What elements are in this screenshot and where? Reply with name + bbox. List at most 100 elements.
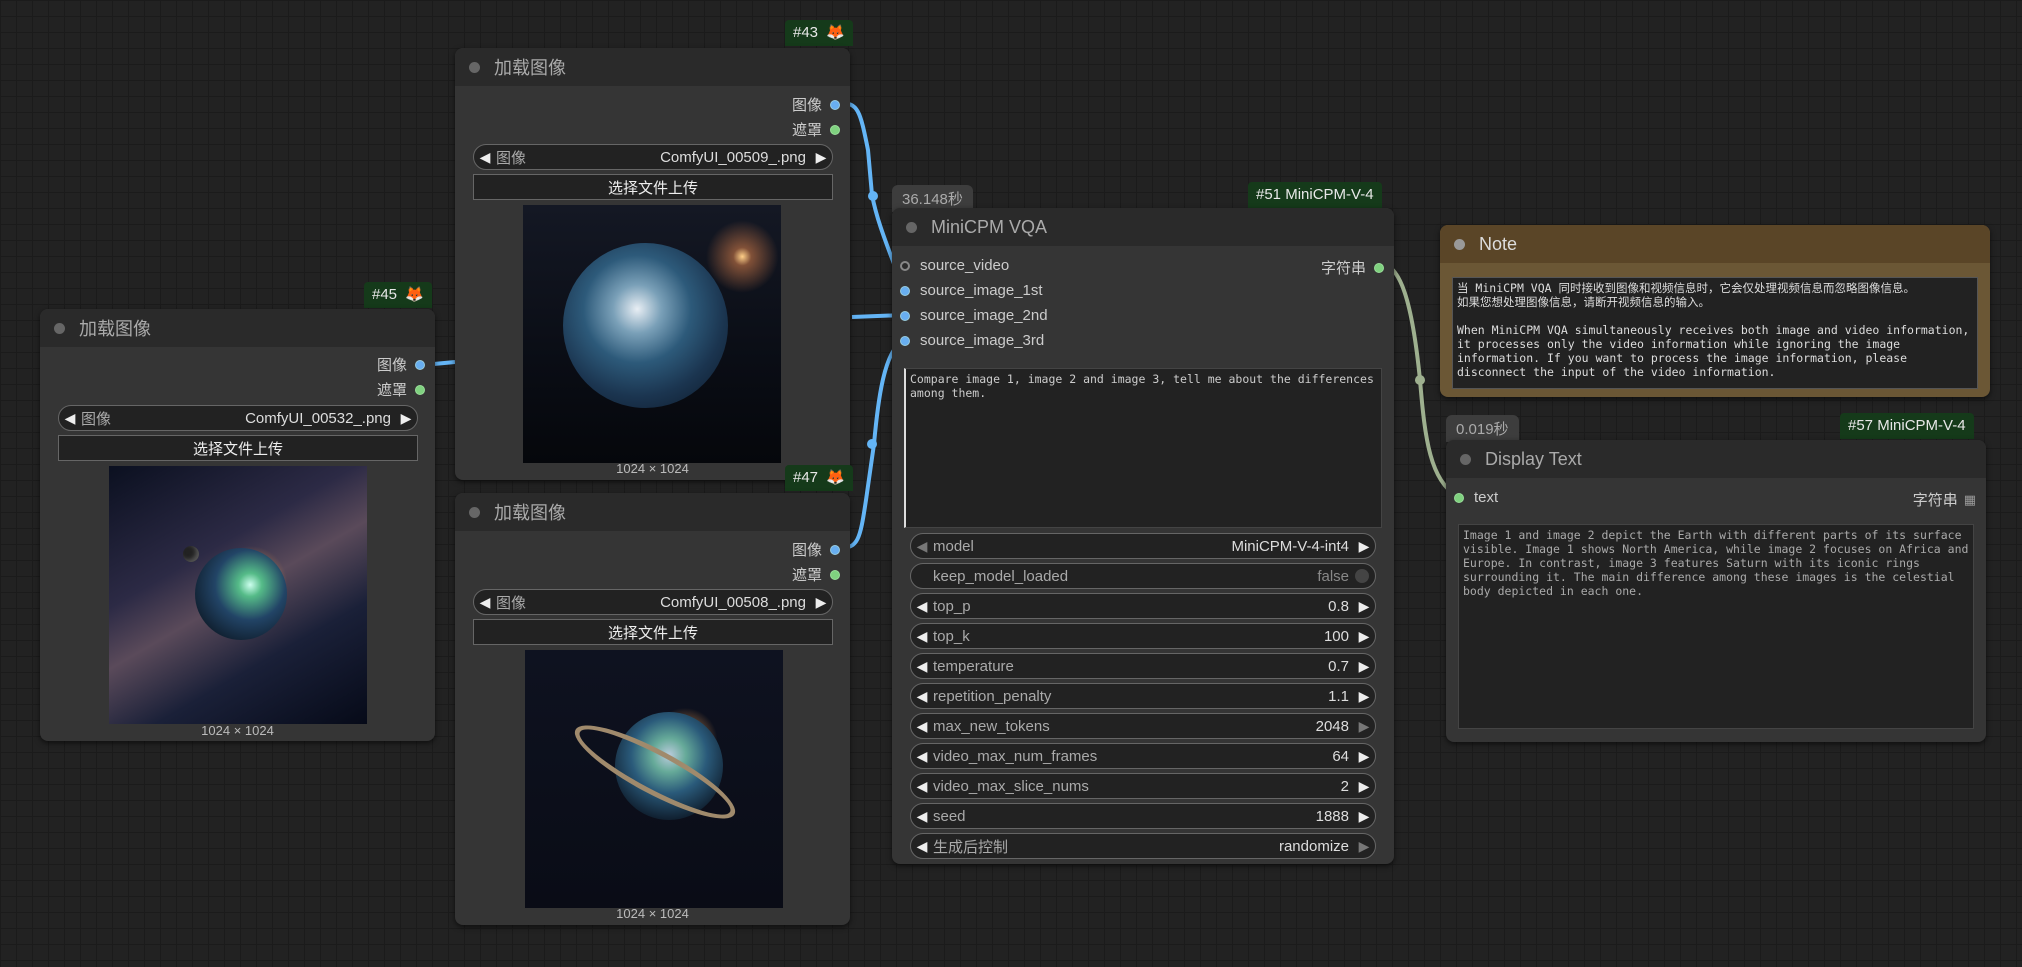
arrow-right-icon[interactable]: ▶ — [810, 149, 832, 166]
arrow-left-icon[interactable]: ◀ — [911, 808, 933, 825]
output-socket[interactable] — [830, 99, 840, 110]
input-socket[interactable] — [900, 310, 910, 321]
arrow-left-icon[interactable]: ◀ — [911, 778, 933, 795]
arrow-left-icon[interactable]: ◀ — [911, 598, 933, 615]
minicpm-vqa-node[interactable]: MiniCPM VQA source_video source_image_1s… — [892, 208, 1394, 864]
arrow-right-icon[interactable]: ▶ — [1353, 628, 1375, 645]
arrow-left-icon[interactable]: ◀ — [911, 718, 933, 735]
output-string[interactable]: 字符串 — [1321, 257, 1384, 278]
input-socket[interactable] — [900, 260, 910, 271]
collapse-dot-icon[interactable] — [1460, 453, 1471, 465]
display-text-node[interactable]: Display Text text 字符串 ▦ Image 1 and imag… — [1446, 440, 1986, 742]
widget-video-max-slice-nums[interactable]: ◀ video_max_slice_nums 2 ▶ — [910, 773, 1376, 799]
output-image[interactable]: 图像 — [377, 354, 425, 375]
upload-button[interactable]: 选择文件上传 — [58, 435, 418, 461]
arrow-right-icon[interactable]: ▶ — [1353, 808, 1375, 825]
earth-graphic — [563, 243, 728, 408]
load-image-node-47[interactable]: 加载图像 图像 遮罩 ◀ 图像 ComfyUI_00508_.png ▶ 选择文… — [455, 493, 850, 925]
output-socket[interactable] — [830, 569, 840, 580]
load-image-node-43[interactable]: 加载图像 图像 遮罩 ◀ 图像 ComfyUI_00509_.png ▶ 选择文… — [455, 48, 850, 480]
upload-button[interactable]: 选择文件上传 — [473, 619, 833, 645]
grid-icon[interactable]: ▦ — [1964, 492, 1976, 508]
widget-seed[interactable]: ◀ seed 1888 ▶ — [910, 803, 1376, 829]
node-title-bar[interactable]: Note — [1440, 225, 1990, 263]
output-socket[interactable] — [415, 384, 425, 395]
arrow-left-icon[interactable]: ◀ — [59, 410, 81, 427]
widget-top-p[interactable]: ◀ top_p 0.8 ▶ — [910, 593, 1376, 619]
input-source-video[interactable]: source_video — [900, 257, 1009, 274]
arrow-right-icon[interactable]: ▶ — [1353, 688, 1375, 705]
widget-label: seed — [933, 807, 966, 825]
arrow-right-icon[interactable]: ▶ — [810, 594, 832, 611]
widget--[interactable]: ◀ 生成后控制 randomize ▶ — [910, 833, 1376, 859]
output-socket[interactable] — [830, 124, 840, 135]
display-textarea[interactable]: Image 1 and image 2 depict the Earth wit… — [1458, 524, 1974, 729]
input-source-image-1st[interactable]: source_image_1st — [900, 282, 1043, 299]
collapse-dot-icon[interactable] — [54, 322, 65, 334]
output-image[interactable]: 图像 — [792, 94, 840, 115]
output-mask[interactable]: 遮罩 — [792, 564, 840, 585]
input-source-image-3rd[interactable]: source_image_3rd — [900, 332, 1044, 349]
widget-repetition-penalty[interactable]: ◀ repetition_penalty 1.1 ▶ — [910, 683, 1376, 709]
output-label: 图像 — [376, 357, 407, 374]
arrow-left-icon[interactable]: ◀ — [911, 748, 933, 765]
arrow-right-icon[interactable]: ▶ — [1353, 838, 1375, 855]
collapse-dot-icon[interactable] — [906, 221, 917, 233]
arrow-left-icon[interactable]: ◀ — [911, 628, 933, 645]
node-title: 加载图像 — [494, 58, 566, 78]
output-socket[interactable] — [415, 359, 425, 370]
widget-label: top_p — [933, 597, 971, 615]
node-title-bar[interactable]: 加载图像 — [455, 493, 850, 531]
toggle-icon[interactable] — [1355, 569, 1369, 583]
arrow-right-icon[interactable]: ▶ — [1353, 538, 1375, 555]
arrow-right-icon[interactable]: ▶ — [395, 410, 417, 427]
input-source-image-2nd[interactable]: source_image_2nd — [900, 307, 1048, 324]
image-combo[interactable]: ◀ 图像 ComfyUI_00532_.png ▶ — [58, 405, 418, 431]
arrow-left-icon[interactable]: ◀ — [911, 838, 933, 855]
widget-label: top_k — [933, 627, 970, 645]
output-socket[interactable] — [1374, 262, 1384, 273]
widget-temperature[interactable]: ◀ temperature 0.7 ▶ — [910, 653, 1376, 679]
widget-top-k[interactable]: ◀ top_k 100 ▶ — [910, 623, 1376, 649]
output-image[interactable]: 图像 — [792, 539, 840, 560]
image-combo[interactable]: ◀ 图像 ComfyUI_00509_.png ▶ — [473, 144, 833, 170]
arrow-left-icon[interactable]: ◀ — [911, 658, 933, 675]
widget-video-max-num-frames[interactable]: ◀ video_max_num_frames 64 ▶ — [910, 743, 1376, 769]
collapse-dot-icon[interactable] — [1454, 238, 1465, 250]
input-socket[interactable] — [1454, 492, 1464, 503]
output-string[interactable]: 字符串 ▦ — [1913, 489, 1976, 510]
arrow-right-icon[interactable]: ▶ — [1353, 748, 1375, 765]
input-socket[interactable] — [900, 285, 910, 296]
arrow-left-icon[interactable]: ◀ — [911, 688, 933, 705]
arrow-left-icon[interactable]: ◀ — [474, 594, 496, 611]
collapse-dot-icon[interactable] — [469, 506, 480, 518]
arrow-right-icon[interactable]: ▶ — [1353, 598, 1375, 615]
note-textarea[interactable]: 当 MiniCPM VQA 同时接收到图像和视频信息时，它会仅处理视频信息而忽略… — [1452, 277, 1978, 389]
load-image-node-45[interactable]: 加载图像 图像 遮罩 ◀ 图像 ComfyUI_00532_.png ▶ 选择文… — [40, 309, 435, 741]
arrow-right-icon[interactable]: ▶ — [1353, 778, 1375, 795]
output-mask[interactable]: 遮罩 — [377, 379, 425, 400]
collapse-dot-icon[interactable] — [469, 61, 480, 73]
node-title-bar[interactable]: 加载图像 — [455, 48, 850, 86]
node-title-bar[interactable]: Display Text — [1446, 440, 1986, 478]
image-combo[interactable]: ◀ 图像 ComfyUI_00508_.png ▶ — [473, 589, 833, 615]
widget-max-new-tokens[interactable]: ◀ max_new_tokens 2048 ▶ — [910, 713, 1376, 739]
arrow-left-icon[interactable]: ◀ — [911, 538, 933, 555]
combo-value: ComfyUI_00508_.png — [660, 593, 806, 611]
output-socket[interactable] — [830, 544, 840, 555]
arrow-right-icon[interactable]: ▶ — [1353, 658, 1375, 675]
node-title-bar[interactable]: 加载图像 — [40, 309, 435, 347]
input-label: source_image_2nd — [920, 307, 1048, 324]
widget-model[interactable]: ◀ model MiniCPM-V-4-int4 ▶ — [910, 533, 1376, 559]
arrow-left-icon[interactable]: ◀ — [474, 149, 496, 166]
arrow-right-icon[interactable]: ▶ — [1353, 718, 1375, 735]
input-text[interactable]: text — [1454, 489, 1498, 506]
node-title-bar[interactable]: MiniCPM VQA — [892, 208, 1394, 246]
upload-button[interactable]: 选择文件上传 — [473, 174, 833, 200]
widget-keep-model-loaded[interactable]: keep_model_loaded false — [910, 563, 1376, 589]
note-node[interactable]: Note 当 MiniCPM VQA 同时接收到图像和视频信息时，它会仅处理视频… — [1440, 225, 1990, 397]
input-socket[interactable] — [900, 335, 910, 346]
output-mask[interactable]: 遮罩 — [792, 119, 840, 140]
prompt-textarea[interactable]: Compare image 1, image 2 and image 3, te… — [904, 368, 1382, 528]
output-label: 遮罩 — [376, 382, 407, 399]
